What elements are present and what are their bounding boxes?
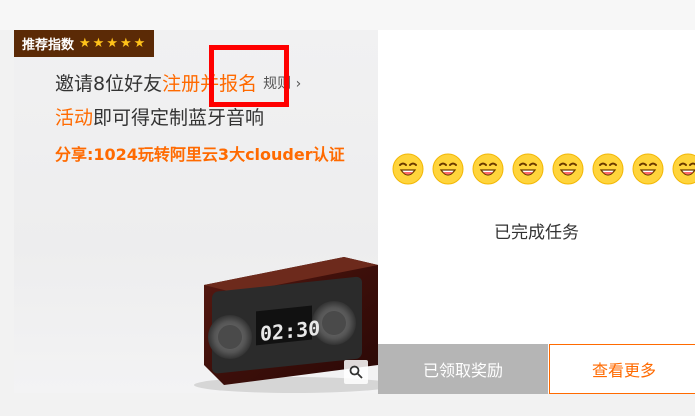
star-icon: ★ xyxy=(106,36,118,51)
recommend-label: 推荐指数 xyxy=(22,38,75,53)
star-rating: ★ ★ ★ ★ ★ xyxy=(79,37,145,50)
smile-emoji-icon xyxy=(472,153,504,185)
star-icon: ★ xyxy=(133,36,146,51)
chevron-right-icon: › xyxy=(295,76,302,92)
star-icon: ★ xyxy=(119,36,132,51)
search-icon xyxy=(349,365,363,379)
smile-emoji-icon xyxy=(512,153,544,185)
product-panel: 推荐指数 ★ ★ ★ ★ ★ 邀请8位好友注册并报名 规则 › 活动即可得定制蓝… xyxy=(14,30,378,393)
share-link[interactable]: 分享:1024玩转阿里云3大clouder认证 xyxy=(55,143,345,167)
recommend-badge: 推荐指数 ★ ★ ★ ★ ★ xyxy=(14,30,155,57)
task-panel: 已完成任务 已领取奖励 查看更多 xyxy=(378,30,695,394)
task-status: 已完成任务 xyxy=(494,223,579,243)
star-icon: ★ xyxy=(92,36,105,51)
smile-emoji-icon xyxy=(552,153,584,185)
smile-emoji-icon xyxy=(432,153,464,185)
view-more-button[interactable]: 查看更多 xyxy=(549,344,695,394)
reward-card: 推荐指数 ★ ★ ★ ★ ★ 邀请8位好友注册并报名 规则 › 活动即可得定制蓝… xyxy=(14,30,695,394)
star-icon: ★ xyxy=(79,36,91,51)
invite-progress xyxy=(392,153,695,185)
headline-activity: 活动 xyxy=(55,107,94,129)
smile-emoji-icon xyxy=(392,153,424,185)
highlight-box xyxy=(209,45,289,107)
smile-emoji-icon xyxy=(632,153,664,185)
top-strip xyxy=(0,0,695,30)
campaign-headline: 邀请8位好友注册并报名 规则 › 活动即可得定制蓝牙音响 xyxy=(55,68,355,134)
headline-part1: 邀请8位好友 xyxy=(55,73,163,95)
smile-emoji-icon xyxy=(672,153,695,185)
claimed-reward-button[interactable]: 已领取奖励 xyxy=(378,344,548,394)
zoom-button[interactable] xyxy=(344,360,368,384)
headline-reward: 即可得定制蓝牙音响 xyxy=(93,107,265,129)
smile-emoji-icon xyxy=(592,153,624,185)
